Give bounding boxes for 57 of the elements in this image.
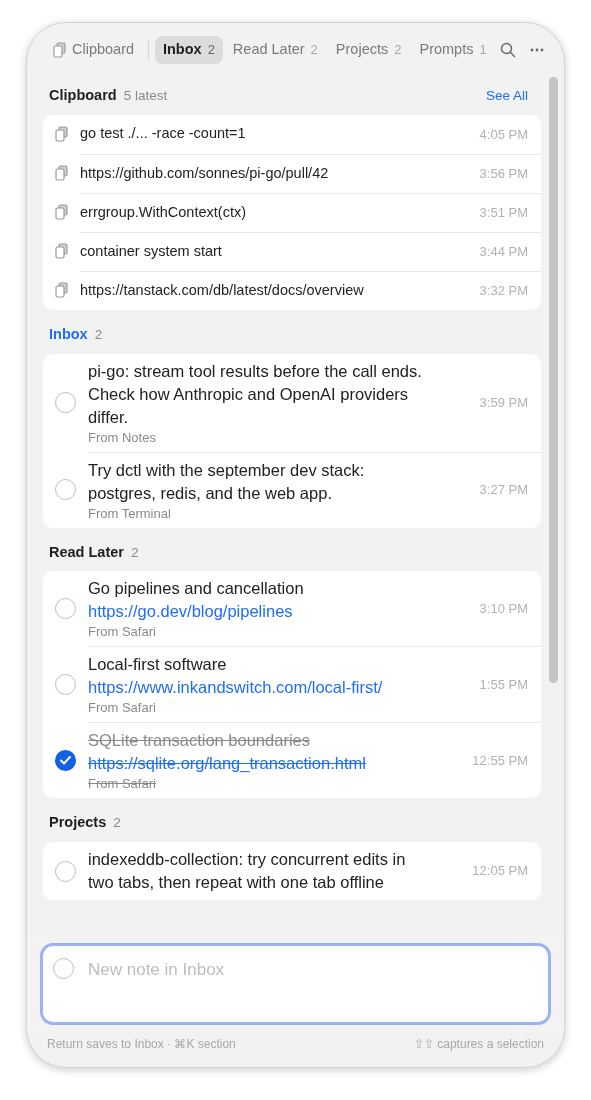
tab[interactable]: Read Later 2 [224,36,326,64]
clipboard-icon [55,204,68,221]
note-source: From Safari [88,775,156,793]
section-count: 2 [113,814,121,833]
section-title: Read Later [49,542,124,562]
note-title: Local-first software [88,654,227,676]
timestamp: 3:44 PM [479,243,528,261]
clipboard-icon [55,282,68,299]
note-source: From Safari [88,623,156,641]
clipboard-icon [55,243,68,260]
tab[interactable]: Inbox 2 [154,36,223,64]
clipboard-text[interactable]: go test ./... -race -count=1 [80,123,480,146]
clipboard-text[interactable]: container system start [80,240,480,263]
section-count: 2 [94,325,103,344]
note-source: From Safari [88,699,156,717]
note-source: From Terminal [88,504,171,522]
note-title: Try dctl with the september dev stack: postgres, redis, and the web app. [88,459,366,504]
section-title: Inbox [49,324,88,344]
note-link[interactable]: https://www.inkandswitch.com/local-first/ [88,676,383,700]
note-title: Go pipelines and cancellation [88,578,304,600]
note-link[interactable]: https://sqlite.org/lang_transaction.html [88,752,366,776]
tab[interactable]: Prompts 1 [411,36,495,64]
timestamp: 3:56 PM [479,165,528,183]
footer-hint: Return saves to Inbox · ⌘K section [47,1036,236,1053]
check-icon [60,755,71,765]
footer-hint: ⇧⇧ captures a selection [413,1036,544,1053]
clipboard-text[interactable]: https://tanstack.com/db/latest/docs/overview [80,279,480,302]
note-title: SQLite transaction boundaries [88,730,310,752]
timestamp: 1:55 PM [479,676,528,694]
tab[interactable]: Clipboard [45,36,143,64]
see-all-link[interactable]: See All [485,86,535,107]
section-title: Clipboard [49,86,117,105]
note-link[interactable]: https://go.dev/blog/pipelines [88,600,293,624]
note-title: indexeddb-collection: try concurrent edits in two tabs, then repeat with one tab offline [88,849,407,893]
clipboard-icon [55,165,68,182]
tab[interactable]: Projects 2 [327,36,410,64]
note-source: From Notes [88,428,156,446]
new-note-field[interactable]: New note in Inbox [40,943,551,1025]
search-icon[interactable] [498,40,517,60]
timestamp: 12:55 PM [472,752,528,770]
timestamp: 12:05 PM [472,862,528,881]
checkbox[interactable] [55,749,76,771]
timestamp: 3:10 PM [479,600,528,618]
timestamp: 4:05 PM [479,125,528,144]
timestamp: 3:27 PM [479,481,528,500]
clipboard-text[interactable]: errgroup.WithContext(ctx) [80,201,480,224]
timestamp: 3:59 PM [479,393,528,412]
section-title: Projects [49,813,107,833]
scrollbar-thumb[interactable] [549,77,558,683]
clipboard-icon [55,126,68,143]
section-count: 2 [130,543,139,562]
clipboard-icon [53,42,66,58]
timestamp: 3:51 PM [479,204,528,222]
clipboard-text[interactable]: https://github.com/sonnes/pi-go/pull/42 [80,162,480,185]
section-count: 5 latest [123,87,168,105]
note-title: pi-go: stream tool results before the call ends. Check how Anthropic and OpenAI providers differ. [88,360,423,428]
timestamp: 3:32 PM [479,282,528,300]
